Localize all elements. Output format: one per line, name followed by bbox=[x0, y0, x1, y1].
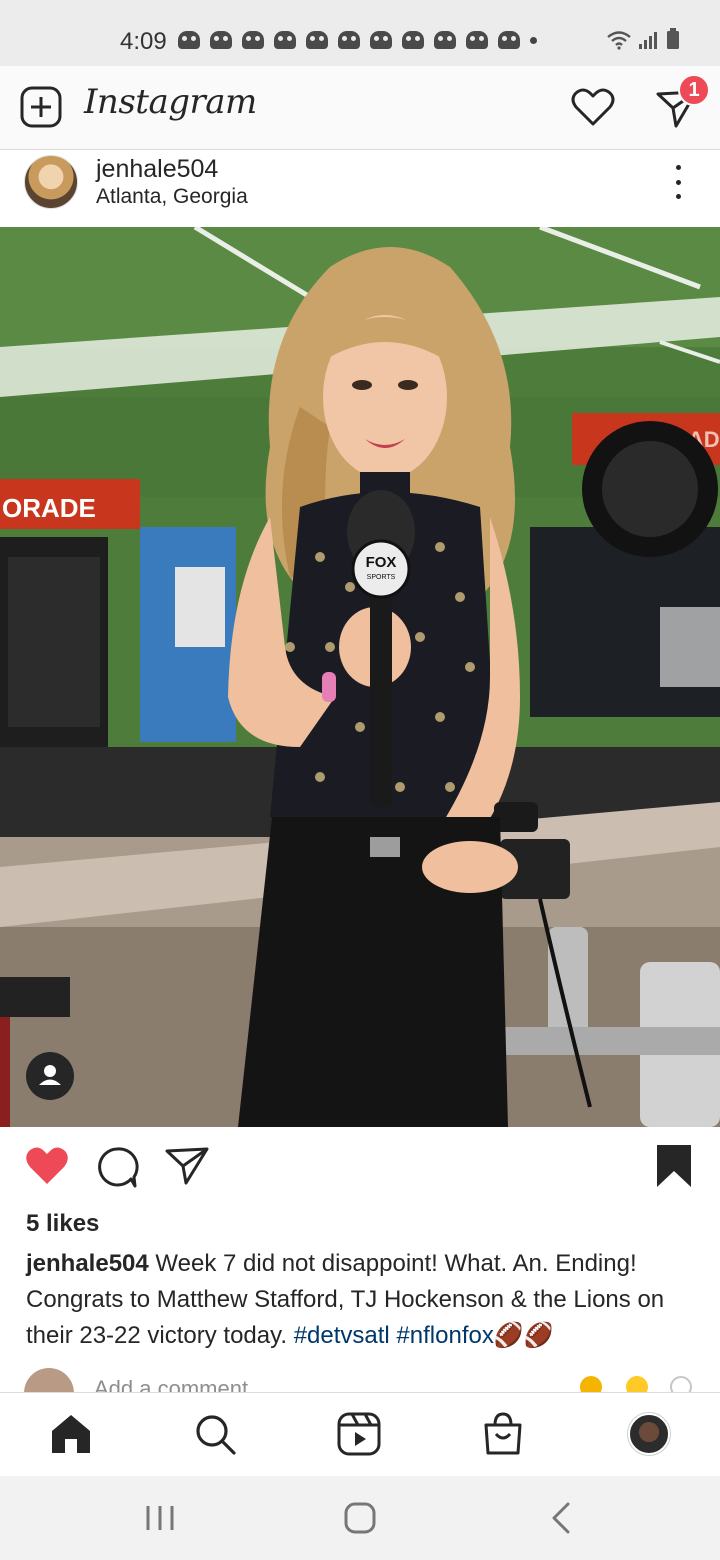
share-icon[interactable] bbox=[164, 1145, 210, 1187]
home-button-icon[interactable] bbox=[340, 1498, 380, 1538]
app-notification-icon bbox=[434, 31, 456, 49]
wifi-icon bbox=[607, 31, 631, 50]
hashtag-link[interactable]: #detvsatl bbox=[294, 1322, 390, 1349]
likes-count[interactable]: 5 likes bbox=[26, 1210, 99, 1238]
back-icon[interactable] bbox=[542, 1498, 582, 1538]
bottom-tab-bar bbox=[0, 1392, 720, 1476]
hashtag-link[interactable]: #nflonfox bbox=[396, 1322, 493, 1349]
battery-icon bbox=[667, 28, 679, 49]
post-location[interactable]: Atlanta, Georgia bbox=[96, 185, 248, 209]
comment-input[interactable]: Add a comment... bbox=[94, 1376, 266, 1392]
app-notification-icon bbox=[402, 31, 424, 49]
direct-badge: 1 bbox=[678, 74, 710, 106]
more-options-icon[interactable] bbox=[664, 165, 692, 199]
mic-flag-subtext: SPORTS bbox=[367, 574, 396, 581]
post-action-bar bbox=[0, 1127, 720, 1207]
status-bar: 4:09 bbox=[0, 0, 720, 66]
comment-icon[interactable] bbox=[95, 1145, 139, 1189]
caption-username[interactable]: jenhale504 bbox=[26, 1250, 149, 1277]
signage-left-text: ORADE bbox=[2, 493, 96, 523]
current-user-avatar bbox=[24, 1368, 74, 1392]
post-image[interactable]: ORADE RAD bbox=[0, 227, 720, 1127]
post-author-avatar[interactable] bbox=[24, 155, 78, 209]
app-notification-icon bbox=[210, 31, 232, 49]
post-username[interactable]: jenhale504 bbox=[96, 155, 218, 184]
mic-flag-text: FOX bbox=[366, 554, 397, 571]
status-time: 4:09 bbox=[120, 28, 167, 55]
tagged-people-button[interactable] bbox=[26, 1052, 74, 1100]
app-header: Instagram bbox=[0, 66, 720, 150]
notification-icons bbox=[178, 31, 537, 49]
home-icon[interactable] bbox=[48, 1411, 94, 1457]
app-notification-icon bbox=[274, 31, 296, 49]
person-icon bbox=[39, 1065, 61, 1085]
shop-icon[interactable] bbox=[480, 1411, 526, 1457]
app-notification-icon bbox=[498, 31, 520, 49]
new-post-button[interactable] bbox=[20, 86, 62, 128]
post-header: jenhale504 Atlanta, Georgia bbox=[0, 151, 720, 227]
app-notification-icon bbox=[370, 31, 392, 49]
signal-icon bbox=[639, 32, 657, 49]
more-notifications-dot bbox=[530, 37, 537, 44]
recent-apps-icon[interactable] bbox=[140, 1498, 180, 1538]
add-comment-row[interactable]: Add a comment... bbox=[0, 1366, 720, 1392]
bookmark-filled-icon[interactable] bbox=[654, 1143, 694, 1189]
post-caption: jenhale504 Week 7 did not disappoint! Wh… bbox=[26, 1246, 702, 1354]
activity-heart-icon[interactable] bbox=[570, 86, 616, 128]
heart-filled-icon[interactable] bbox=[24, 1145, 70, 1187]
app-notification-icon bbox=[338, 31, 360, 49]
add-emoji-icon[interactable] bbox=[670, 1376, 692, 1392]
reels-icon[interactable] bbox=[336, 1411, 382, 1457]
post-photo: ORADE RAD bbox=[0, 227, 720, 1127]
quick-emoji-icon[interactable] bbox=[626, 1376, 648, 1392]
app-notification-icon bbox=[178, 31, 200, 49]
system-icons bbox=[606, 28, 680, 50]
app-notification-icon bbox=[466, 31, 488, 49]
search-icon[interactable] bbox=[192, 1411, 238, 1457]
app-notification-icon bbox=[306, 31, 328, 49]
system-navigation-bar bbox=[0, 1476, 720, 1560]
app-notification-icon bbox=[242, 31, 264, 49]
quick-emoji-icon[interactable] bbox=[580, 1376, 602, 1392]
brand-logo[interactable]: Instagram bbox=[84, 82, 257, 122]
caption-emoji: 🏈🏈 bbox=[493, 1322, 554, 1349]
profile-avatar[interactable] bbox=[628, 1413, 670, 1455]
